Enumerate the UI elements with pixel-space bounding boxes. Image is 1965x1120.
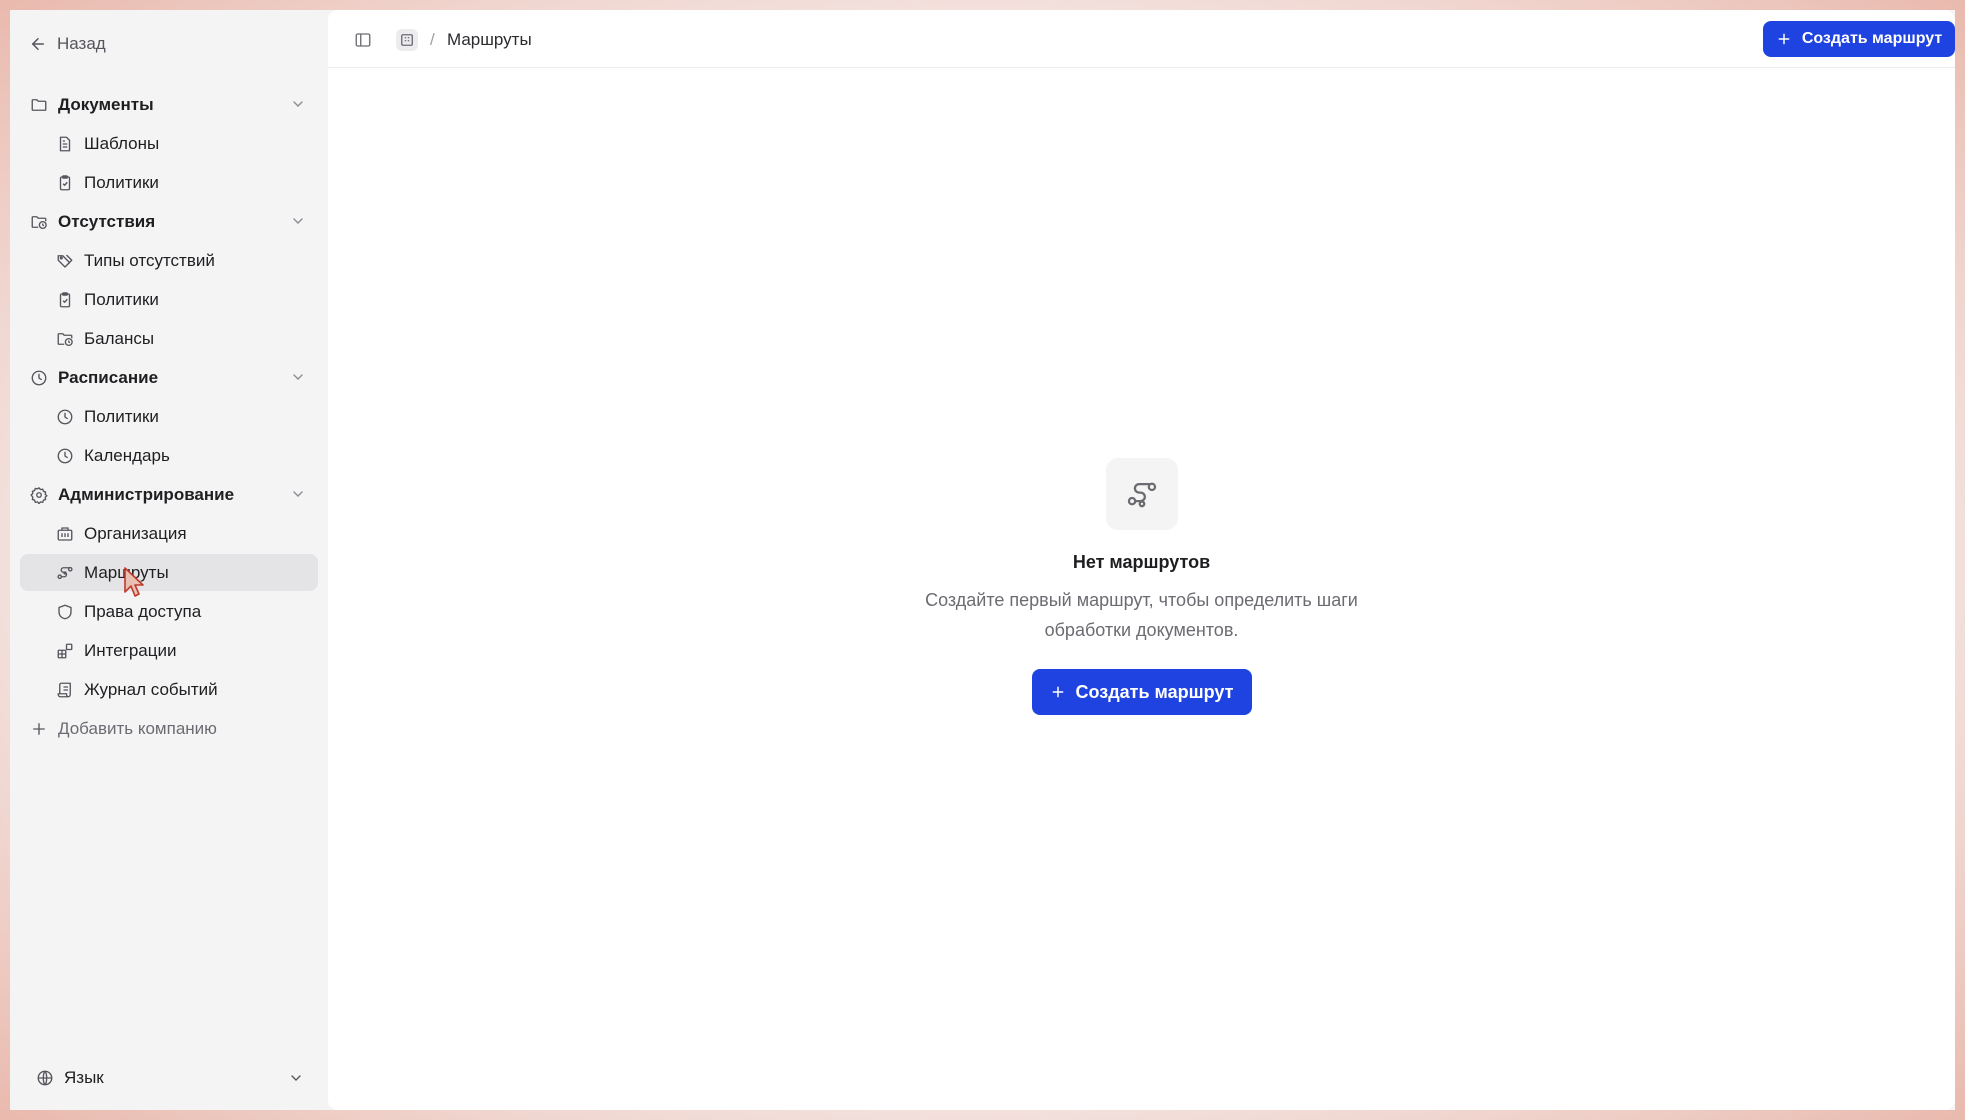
sidebar-item-label: Организация: [84, 523, 187, 543]
empty-state-icon-box: [1105, 458, 1178, 530]
chevron-down-icon: [293, 491, 303, 497]
clipboard-check-icon: [56, 291, 74, 309]
create-route-label: Создать маршрут: [1075, 681, 1234, 702]
plus-icon: [30, 720, 48, 738]
breadcrumb-separator: /: [430, 30, 435, 49]
sidebar-item-access-rights[interactable]: Права доступа: [20, 593, 318, 630]
sidebar-item-label: Права доступа: [84, 601, 202, 621]
sidebar-section-documents[interactable]: Документы: [20, 86, 318, 123]
sidebar-item-label: Политики: [84, 289, 159, 309]
back-label: Назад: [57, 34, 106, 53]
sidebar-item-organization[interactable]: Организация: [20, 515, 318, 552]
sidebar-item-document-policies[interactable]: Политики: [20, 164, 318, 201]
sidebar-item-label: Типы отсутствий: [84, 250, 215, 270]
back-button[interactable]: Назад: [25, 28, 110, 60]
shield-icon: [56, 603, 74, 621]
sidebar: Назад Документы Шаблоны Политики Отсутст…: [10, 10, 328, 1110]
sidebar-section-label: Администрирование: [58, 484, 235, 504]
sidebar-item-schedule-policies[interactable]: Политики: [20, 398, 318, 435]
sidebar-item-label: Шаблоны: [84, 133, 160, 153]
language-selector[interactable]: Язык: [20, 1060, 318, 1096]
sidebar-item-label: Политики: [84, 172, 159, 192]
panel-left-icon: [355, 33, 371, 47]
sidebar-section-schedule[interactable]: Расписание: [20, 359, 318, 396]
scroll-icon: [56, 681, 74, 699]
sidebar-toggle-button[interactable]: [352, 29, 374, 51]
gear-icon: [30, 486, 48, 504]
folder-clock-icon: [56, 330, 74, 348]
sidebar-section-label: Отсутствия: [58, 211, 156, 231]
sidebar-item-routes[interactable]: Маршруты: [20, 554, 318, 591]
clock-icon: [56, 447, 74, 465]
arrow-left-icon: [32, 38, 44, 50]
sidebar-item-event-log[interactable]: Журнал событий: [20, 671, 318, 708]
sidebar-item-label: Журнал событий: [84, 679, 218, 699]
sidebar-item-absence-types[interactable]: Типы отсутствий: [20, 242, 318, 279]
sidebar-item-integrations[interactable]: Интеграции: [20, 632, 318, 669]
globe-icon: [37, 1070, 53, 1086]
building-icon: [401, 34, 413, 46]
sidebar-item-label: Политики: [84, 406, 159, 426]
blocks-icon: [56, 642, 74, 660]
sidebar-item-calendar[interactable]: Календарь: [20, 437, 318, 474]
language-label: Язык: [64, 1068, 104, 1087]
sidebar-item-absence-policies[interactable]: Политики: [20, 281, 318, 318]
breadcrumb-current: Маршруты: [447, 30, 532, 49]
sidebar-item-balances[interactable]: Балансы: [20, 320, 318, 357]
tags-icon: [56, 252, 74, 270]
create-route-button-header[interactable]: Создать маршрут: [1763, 21, 1955, 57]
chevron-down-icon: [293, 101, 303, 107]
sidebar-nav: Документы Шаблоны Политики Отсутствия Ти…: [10, 86, 328, 749]
clipboard-check-icon: [56, 174, 74, 192]
create-route-button[interactable]: Создать маршрут: [1031, 669, 1252, 715]
route-icon: [56, 564, 74, 582]
file-text-icon: [56, 135, 74, 153]
chevron-down-icon: [293, 374, 303, 380]
chevron-down-icon: [291, 1075, 301, 1081]
add-company-button[interactable]: Добавить компанию: [20, 710, 318, 747]
add-company-label: Добавить компанию: [58, 718, 217, 738]
plus-icon: [1052, 686, 1063, 698]
folder-icon: [30, 96, 48, 114]
sidebar-item-templates[interactable]: Шаблоны: [20, 125, 318, 162]
empty-state: Нет маршрутов Создайте первый маршрут, ч…: [328, 458, 1955, 715]
chevron-down-icon: [293, 218, 303, 224]
folder-clock-icon: [30, 213, 48, 231]
sidebar-item-label: Календарь: [84, 445, 170, 465]
route-icon: [1127, 482, 1156, 508]
building-icon: [56, 525, 74, 543]
create-route-label: Создать маршрут: [1801, 30, 1943, 47]
sidebar-section-administration[interactable]: Администрирование: [20, 476, 318, 513]
top-bar: / Маршруты Создать маршрут: [328, 10, 1955, 68]
sidebar-section-label: Расписание: [58, 367, 159, 387]
sidebar-item-label: Маршруты: [84, 562, 169, 582]
clock-icon: [56, 408, 74, 426]
company-switcher-button[interactable]: [396, 29, 418, 51]
sidebar-item-label: Балансы: [84, 328, 155, 348]
main-content: / Маршруты Создать маршрут Нет маршрутов…: [328, 10, 1955, 1110]
sidebar-section-label: Документы: [58, 94, 154, 114]
plus-icon: [1778, 33, 1790, 45]
app-window: Назад Документы Шаблоны Политики Отсутст…: [10, 10, 1955, 1110]
empty-state-description: Создайте первый маршрут, чтобы определит…: [925, 590, 1358, 640]
clock-icon: [30, 369, 48, 387]
empty-state-title: Нет маршрутов: [1072, 552, 1211, 572]
sidebar-item-label: Интеграции: [84, 640, 177, 660]
sidebar-section-absences[interactable]: Отсутствия: [20, 203, 318, 240]
